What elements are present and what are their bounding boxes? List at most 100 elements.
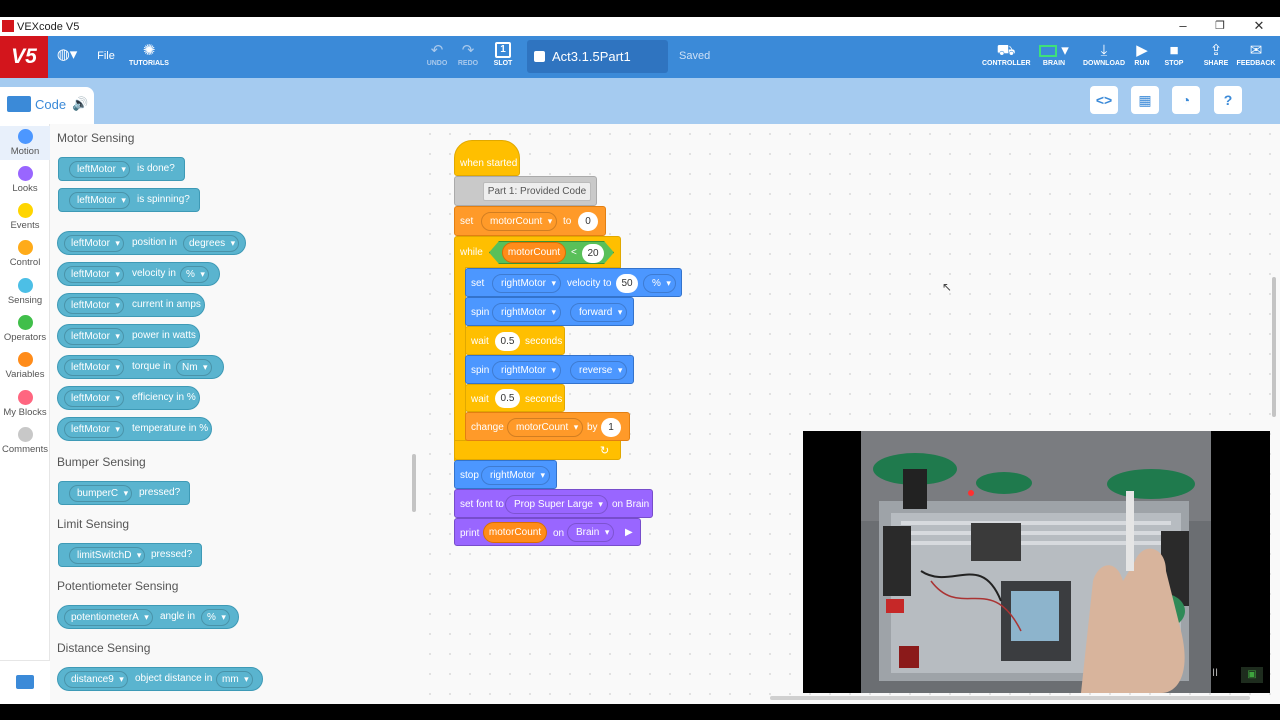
controller-button[interactable]: ⛟ CONTROLLER bbox=[982, 42, 1031, 67]
set-variable-block[interactable]: set motorCount to 0 bbox=[454, 206, 606, 236]
category-my-blocks[interactable]: My Blocks bbox=[0, 390, 50, 418]
category-comments[interactable]: Comments bbox=[0, 427, 50, 455]
device-dropdown[interactable]: limitSwitchD bbox=[69, 547, 146, 564]
palette-block-potentiometer-angle[interactable]: potentiometerA angle in % bbox=[57, 605, 239, 629]
value-input[interactable]: 0 bbox=[578, 212, 598, 231]
palette-scrollbar[interactable] bbox=[412, 454, 416, 512]
palette-block-is-spinning[interactable]: leftMotor is spinning? bbox=[58, 188, 200, 212]
stop-button[interactable]: ■ STOP bbox=[1162, 42, 1186, 67]
palette-block-is-done[interactable]: leftMotor is done? bbox=[58, 157, 185, 181]
unit-dropdown[interactable]: mm bbox=[216, 671, 253, 688]
minimize-button[interactable]: – bbox=[1173, 18, 1193, 34]
close-button[interactable]: ✕ bbox=[1249, 18, 1269, 34]
motor-dropdown[interactable]: leftMotor bbox=[64, 359, 124, 376]
unit-dropdown[interactable]: degrees bbox=[183, 235, 240, 252]
motor-dropdown[interactable]: leftMotor bbox=[64, 421, 124, 438]
change-variable-block[interactable]: change motorCount by 1 bbox=[465, 412, 630, 441]
while-variable[interactable]: motorCount bbox=[502, 242, 566, 263]
tab-code[interactable]: Code 🔊 bbox=[0, 87, 94, 124]
dashboard-icon[interactable]: ◔ bbox=[1172, 86, 1200, 114]
palette-block-current[interactable]: leftMotor current in amps bbox=[57, 293, 205, 317]
slot-button[interactable]: 1 SLOT bbox=[490, 42, 516, 67]
speaker-icon[interactable]: 🔊 bbox=[72, 96, 88, 112]
print-block[interactable]: print motorCount on Brain ▶ bbox=[454, 518, 641, 546]
motor-dropdown[interactable]: leftMotor bbox=[64, 328, 124, 345]
unit-dropdown[interactable]: % bbox=[201, 609, 230, 626]
workspace-vertical-scrollbar[interactable] bbox=[1272, 277, 1276, 417]
run-button[interactable]: ▶ RUN bbox=[1130, 42, 1154, 67]
stop-motor-block[interactable]: stop rightMotor bbox=[454, 460, 557, 489]
palette-block-efficiency[interactable]: leftMotor efficiency in % bbox=[57, 386, 200, 410]
font-dropdown[interactable]: Prop Super Large bbox=[505, 495, 608, 514]
undo-button[interactable]: ↶ UNDO bbox=[424, 42, 450, 67]
device-dropdown[interactable]: potentiometerA bbox=[64, 609, 153, 626]
category-sensing[interactable]: Sensing bbox=[0, 278, 50, 306]
motor-dropdown[interactable]: leftMotor bbox=[69, 161, 130, 178]
motor-dropdown[interactable]: leftMotor bbox=[64, 297, 124, 314]
wait-block[interactable]: wait 0.5 seconds bbox=[465, 326, 565, 355]
file-menu[interactable]: File bbox=[94, 50, 118, 62]
set-font-block[interactable]: set font to Prop Super Large on Brain bbox=[454, 489, 653, 518]
tutorials-button[interactable]: ✺ TUTORIALS bbox=[128, 42, 170, 67]
comment-block[interactable]: Part 1: Provided Code bbox=[454, 176, 597, 206]
category-looks[interactable]: Looks bbox=[0, 166, 50, 194]
wait-input[interactable]: 0.5 bbox=[495, 332, 520, 351]
maximize-button[interactable]: ❐ bbox=[1210, 18, 1230, 34]
unit-dropdown[interactable]: % bbox=[180, 266, 209, 283]
palette-block-distance[interactable]: distance9 object distance in mm bbox=[57, 667, 263, 691]
code-view-icon[interactable]: <> bbox=[1090, 86, 1118, 114]
device-dropdown[interactable]: distance9 bbox=[64, 671, 128, 688]
unit-dropdown[interactable]: Nm bbox=[176, 359, 212, 376]
when-started-block[interactable]: when started bbox=[454, 140, 520, 176]
spin-forward-block[interactable]: spin rightMotor forward bbox=[465, 297, 634, 326]
unit-dropdown[interactable]: % bbox=[643, 274, 676, 293]
comment-text[interactable]: Part 1: Provided Code bbox=[483, 182, 591, 201]
spin-reverse-block[interactable]: spin rightMotor reverse bbox=[465, 355, 634, 384]
wait-block[interactable]: wait 0.5 seconds bbox=[465, 384, 565, 412]
motor-dropdown[interactable]: rightMotor bbox=[481, 466, 551, 485]
palette-block-temperature[interactable]: leftMotor temperature in % bbox=[57, 417, 212, 441]
while-value-input[interactable]: 20 bbox=[582, 244, 604, 263]
pause-icon[interactable]: II bbox=[1212, 667, 1218, 679]
motor-dropdown[interactable]: leftMotor bbox=[69, 192, 130, 209]
palette-block-bumper-pressed[interactable]: bumperC pressed? bbox=[58, 481, 190, 505]
direction-dropdown[interactable]: forward bbox=[570, 303, 628, 322]
devices-icon[interactable]: ▦ bbox=[1131, 86, 1159, 114]
palette-block-velocity[interactable]: leftMotor velocity in % bbox=[57, 262, 220, 286]
variable-dropdown[interactable]: motorCount bbox=[481, 212, 558, 231]
target-dropdown[interactable]: Brain bbox=[567, 523, 615, 542]
expand-arrow-icon[interactable]: ▶ bbox=[625, 527, 633, 538]
change-input[interactable]: 1 bbox=[601, 418, 621, 437]
motor-dropdown[interactable]: leftMotor bbox=[64, 390, 124, 407]
motor-dropdown[interactable]: rightMotor bbox=[492, 303, 562, 322]
extensions-button[interactable] bbox=[0, 660, 50, 704]
comparison-operator[interactable]: motorCount < 20 bbox=[489, 241, 614, 264]
palette-block-torque[interactable]: leftMotor torque in Nm bbox=[57, 355, 224, 379]
brain-button[interactable]: ▾ BRAIN bbox=[1034, 42, 1074, 67]
motor-dropdown[interactable]: leftMotor bbox=[64, 266, 124, 283]
palette-block-limit-pressed[interactable]: limitSwitchD pressed? bbox=[58, 543, 202, 567]
set-velocity-block[interactable]: set rightMotor velocity to 50 % bbox=[465, 268, 682, 297]
category-variables[interactable]: Variables bbox=[0, 352, 50, 380]
motor-dropdown[interactable]: rightMotor bbox=[492, 361, 562, 380]
wait-input[interactable]: 0.5 bbox=[495, 389, 520, 408]
direction-dropdown[interactable]: reverse bbox=[570, 361, 628, 380]
palette-block-position[interactable]: leftMotor position in degrees bbox=[57, 231, 246, 255]
project-name-box[interactable]: Act3.1.5Part1 bbox=[527, 40, 668, 73]
language-button[interactable]: ◍▾ bbox=[52, 46, 82, 64]
cc-icon[interactable]: ▣ bbox=[1241, 667, 1263, 683]
category-events[interactable]: Events bbox=[0, 203, 50, 231]
help-icon[interactable]: ? bbox=[1214, 86, 1242, 114]
motor-dropdown[interactable]: leftMotor bbox=[64, 235, 124, 252]
velocity-input[interactable]: 50 bbox=[616, 274, 638, 293]
motor-dropdown[interactable]: rightMotor bbox=[492, 274, 562, 293]
category-motion[interactable]: Motion bbox=[0, 126, 50, 160]
video-overlay[interactable]: II ▣ bbox=[803, 431, 1270, 693]
category-control[interactable]: Control bbox=[0, 240, 50, 268]
category-operators[interactable]: Operators bbox=[0, 315, 50, 343]
palette-block-power[interactable]: leftMotor power in watts bbox=[57, 324, 200, 348]
while-block[interactable]: while motorCount < 20 bbox=[454, 236, 621, 268]
share-button[interactable]: ⇪ SHARE bbox=[1202, 42, 1230, 67]
print-variable[interactable]: motorCount bbox=[483, 522, 547, 543]
redo-button[interactable]: ↷ REDO bbox=[455, 42, 481, 67]
